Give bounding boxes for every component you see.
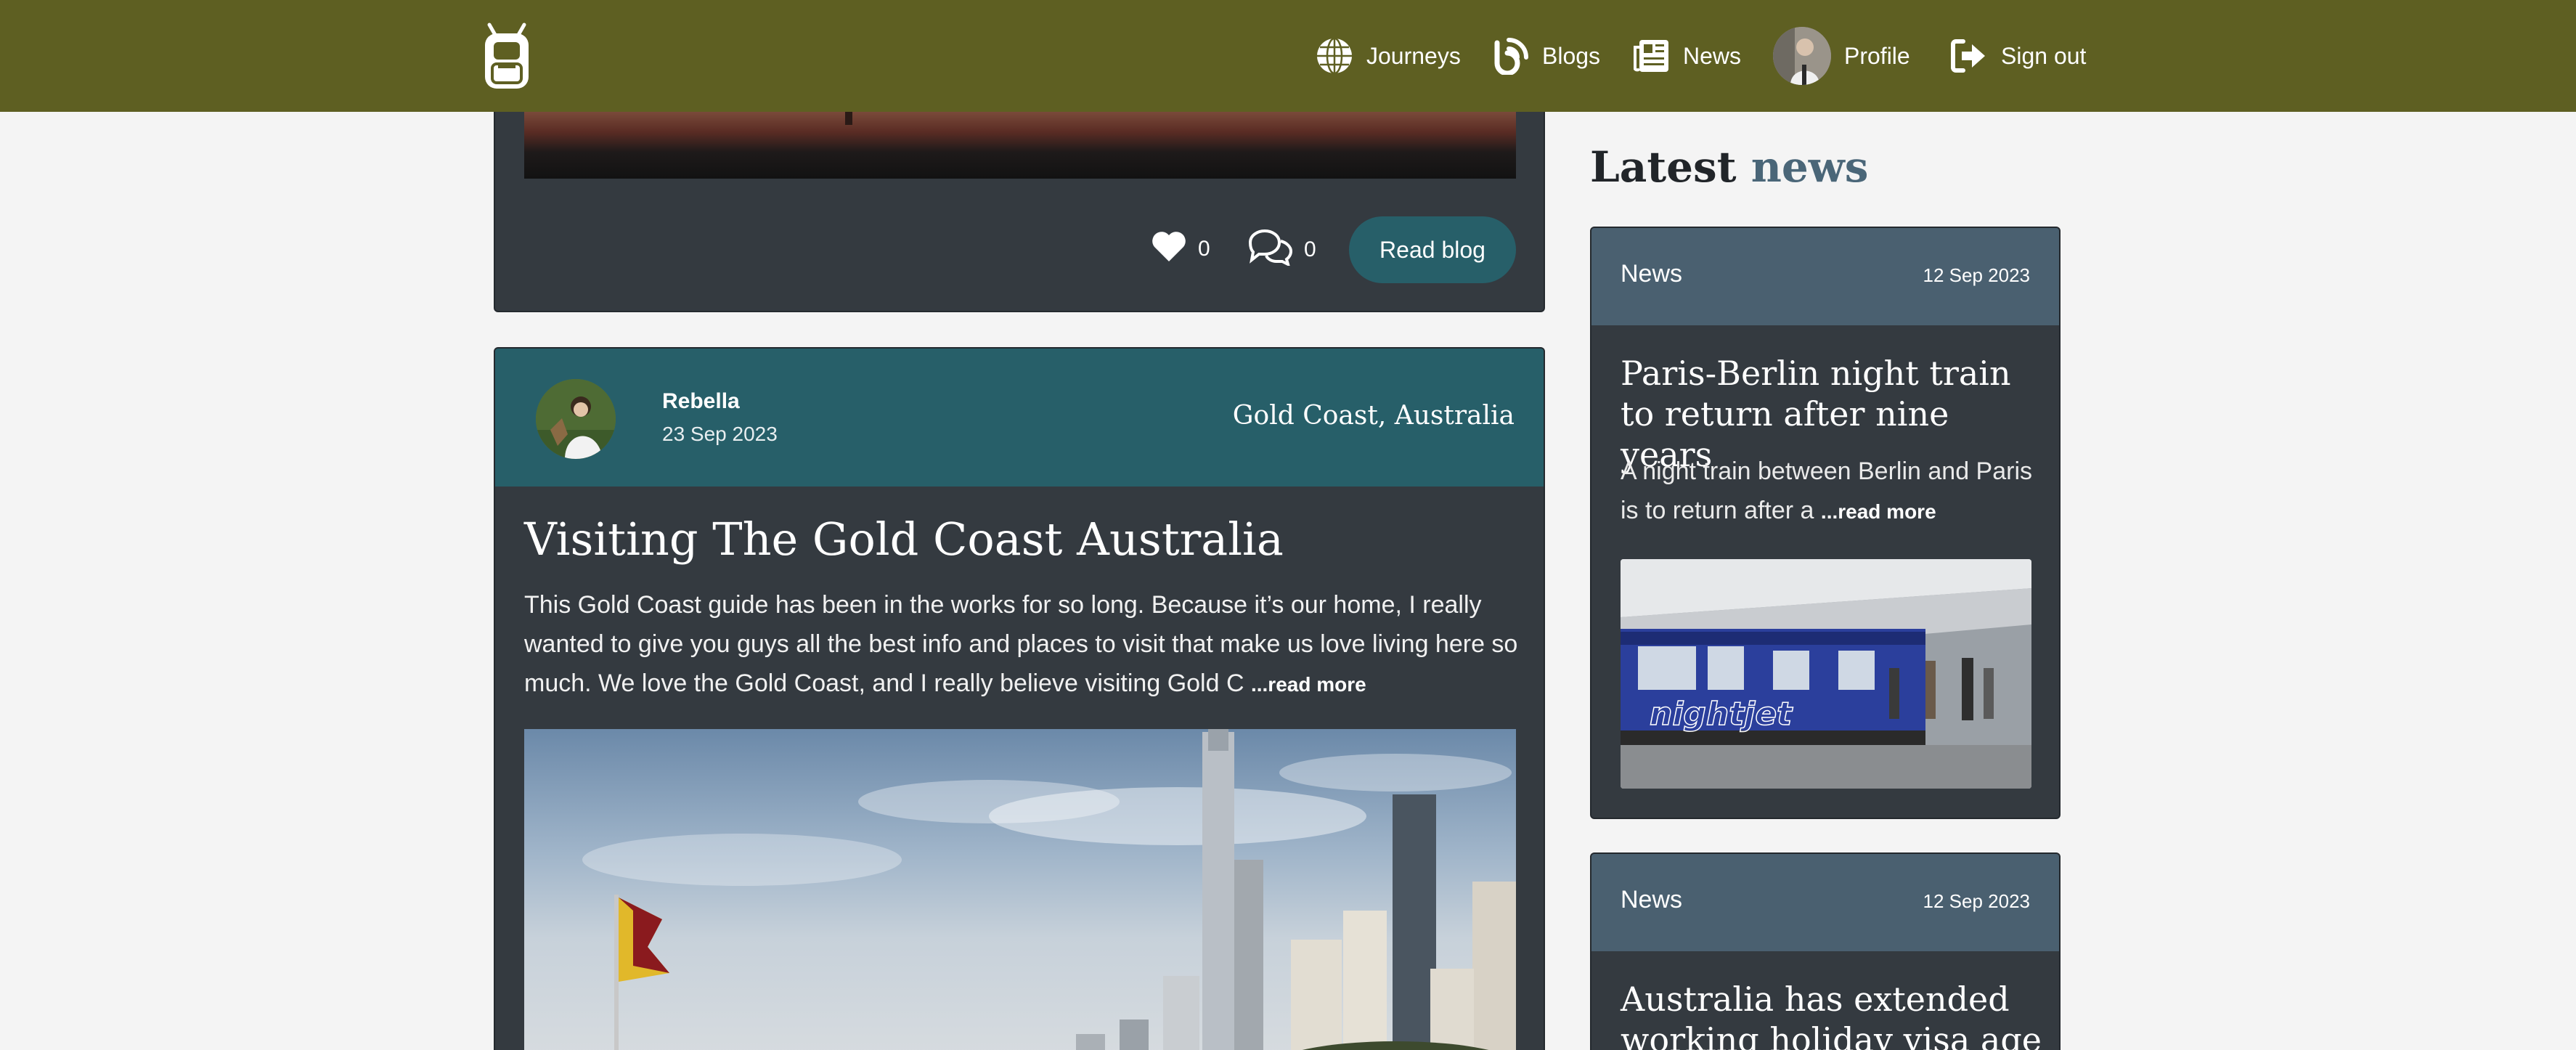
news-card-header: News 12 Sep 2023 <box>1591 854 2059 951</box>
author-avatar[interactable] <box>536 379 616 459</box>
nav-journeys[interactable]: Journeys <box>1316 32 1461 80</box>
news-card[interactable]: News 12 Sep 2023 Paris-Berlin night trai… <box>1590 227 2061 819</box>
like-button[interactable]: 0 <box>1150 229 1210 269</box>
nav-sign-out[interactable]: Sign out <box>1950 32 2086 80</box>
top-navbar: Journeys Blogs News Profile Sign out <box>0 0 2576 112</box>
like-count: 0 <box>1198 237 1210 261</box>
comment-button[interactable]: 0 <box>1246 228 1316 272</box>
news-date: 12 Sep 2023 <box>1923 890 2030 912</box>
comment-count: 0 <box>1304 237 1316 261</box>
avatar <box>1773 27 1831 85</box>
news-image: nightjet <box>1621 559 2031 789</box>
nightjet-text: nightjet <box>1650 696 1793 733</box>
news-read-more-link[interactable]: ...read more <box>1821 500 1936 523</box>
blog-title[interactable]: Visiting The Gold Coast Australia <box>524 513 1284 566</box>
author-name[interactable]: Rebella <box>662 389 740 414</box>
nav-journeys-label: Journeys <box>1366 42 1461 69</box>
blog-image <box>524 112 1516 179</box>
blog-icon <box>1491 37 1529 75</box>
read-blog-button[interactable]: Read blog <box>1349 216 1516 283</box>
news-label: News <box>1621 260 1683 288</box>
nav-blogs[interactable]: Blogs <box>1491 32 1600 80</box>
blog-card: Rebella 23 Sep 2023 Gold Coast, Australi… <box>494 347 1545 1050</box>
news-label: News <box>1621 886 1683 913</box>
news-card-header: News 12 Sep 2023 <box>1591 228 2059 325</box>
blog-excerpt: This Gold Coast guide has been in the wo… <box>524 585 1519 704</box>
globe-icon <box>1316 37 1353 75</box>
blog-card-header: Rebella 23 Sep 2023 Gold Coast, Australi… <box>495 349 1544 487</box>
news-date: 12 Sep 2023 <box>1923 264 2030 286</box>
blog-excerpt-text: This Gold Coast guide has been in the wo… <box>524 591 1518 697</box>
news-card[interactable]: News 12 Sep 2023 Australia has extended … <box>1590 852 2061 1050</box>
latest-news-heading: Latest news <box>1590 142 1868 192</box>
latest-heading-word1: Latest <box>1590 142 1737 192</box>
backpack-icon[interactable] <box>479 20 534 91</box>
post-date: 23 Sep 2023 <box>662 423 778 445</box>
heart-icon <box>1150 229 1188 269</box>
nav-blogs-label: Blogs <box>1542 42 1601 69</box>
blog-image <box>524 729 1516 1050</box>
nav-news-label: News <box>1683 42 1742 69</box>
nav-profile[interactable]: Profile <box>1773 27 1910 85</box>
sign-out-icon <box>1950 37 1988 75</box>
nav-profile-label: Profile <box>1844 42 1910 69</box>
blog-card-previous: 0 0 Read blog <box>494 112 1545 312</box>
nav-sign-out-label: Sign out <box>2001 42 2087 69</box>
read-more-link[interactable]: ...read more <box>1251 673 1366 696</box>
nav-news[interactable]: News <box>1632 32 1741 80</box>
latest-heading-word2: news <box>1750 142 1869 192</box>
news-title[interactable]: Australia has extended working holiday v… <box>1621 979 2042 1050</box>
news-excerpt: A night train between Berlin and Paris i… <box>1621 452 2042 532</box>
comments-icon <box>1246 228 1294 272</box>
silhouette <box>845 112 852 125</box>
blog-location: Gold Coast, Australia <box>1232 401 1515 431</box>
newspaper-icon <box>1632 37 1670 75</box>
